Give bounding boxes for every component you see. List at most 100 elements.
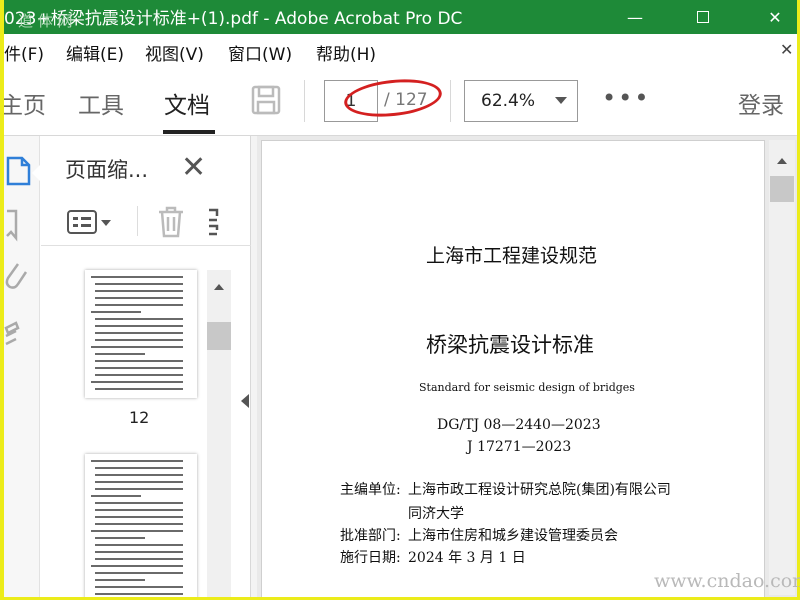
active-tab-indicator [163, 130, 215, 134]
tab-document[interactable]: 文档 [164, 86, 210, 120]
document-scrollbar[interactable] [769, 140, 795, 595]
thumbnail-text-line [95, 537, 145, 539]
minimize-button[interactable]: — [612, 0, 658, 34]
thumbnail-text-line [95, 593, 183, 595]
tab-tools[interactable]: 工具 [78, 86, 124, 120]
doc-record-number: J 17271—2023 [467, 439, 572, 455]
thumbnail-text-line [95, 297, 183, 299]
thumbnail-text-line [95, 374, 183, 376]
thumbnail-text-line [95, 474, 183, 476]
close-button[interactable]: ✕ [752, 0, 797, 34]
scroll-up-icon[interactable] [214, 284, 224, 290]
chevron-down-icon[interactable] [101, 220, 111, 226]
document-view: 上海市工程建设规范 桥梁抗震设计标准 Standard for seismic … [257, 136, 797, 597]
menu-view[interactable]: 视图(V) [145, 40, 204, 65]
doc-code: DG/TJ 08—2440—2023 [437, 417, 601, 433]
toolbar-divider [304, 80, 305, 122]
tab-home[interactable]: 主页 [4, 86, 46, 120]
effective-date: 2024 年 3 月 1 日 [408, 550, 526, 566]
panel-divider [137, 206, 138, 236]
site-watermark: www.cndao.com [654, 570, 800, 592]
page-thumbnail[interactable] [85, 454, 197, 597]
thumbnail-text-line [95, 318, 183, 320]
thumbnail-text-line [95, 586, 183, 588]
page-thumbnails-icon[interactable] [4, 154, 34, 188]
doc-title: 桥梁抗震设计标准 [426, 333, 594, 357]
window-title: 023+桥梁抗震设计标准+(1).pdf - Adobe Acrobat Pro… [4, 9, 463, 29]
thumbnail-text-line [95, 467, 183, 469]
chevron-down-icon [555, 97, 567, 104]
save-icon[interactable] [250, 84, 282, 116]
panel-toolbar [41, 194, 251, 246]
toolbar-divider [450, 80, 451, 122]
thumbnail-text-line [95, 572, 183, 574]
thumbnail-text-line [95, 509, 183, 511]
menu-window[interactable]: 窗口(W) [228, 40, 292, 65]
editor-label: 主编单位: [340, 482, 401, 498]
thumbnail-text-line [95, 353, 145, 355]
panel-title: 页面缩... [65, 158, 149, 182]
thumbnail-text-line [95, 304, 183, 306]
thumbnail-text-line [91, 460, 183, 462]
menu-bar: 件(F) 编辑(E) 视图(V) 窗口(W) 帮助(H) ✕ [4, 34, 797, 66]
close-panel-button[interactable]: ✕ [181, 150, 206, 185]
navigation-rail [4, 136, 41, 597]
thumbnail-scrollbar[interactable] [207, 270, 231, 597]
zoom-value: 62.4% [481, 91, 536, 111]
thumbnail-text-line [95, 488, 183, 490]
thumbnail-text-line [91, 311, 141, 313]
thumbnail-text-line [91, 530, 183, 532]
doc-series: 上海市工程建设规范 [426, 245, 598, 267]
thumbnail-text-line [95, 502, 183, 504]
bookmark-icon[interactable] [4, 208, 34, 242]
layers-icon[interactable] [4, 320, 34, 354]
thumbnail-text-line [95, 551, 183, 553]
thumbnail-text-line [95, 579, 145, 581]
thumbnail-text-line [95, 290, 183, 292]
thumbnail-text-line [95, 523, 183, 525]
title-bar: 023+桥梁抗震设计标准+(1).pdf - Adobe Acrobat Pro… [4, 0, 797, 34]
thumbnail-text-line [95, 332, 183, 334]
pdf-page: 上海市工程建设规范 桥梁抗震设计标准 Standard for seismic … [261, 140, 765, 597]
thumbnail-text-line [91, 565, 183, 567]
menu-edit[interactable]: 编辑(E) [66, 40, 124, 65]
thumbnail-text-line [95, 544, 183, 546]
thumbnail-text-line [95, 388, 183, 390]
page-thumbnails-panel: 页面缩... ✕ 12 [41, 136, 251, 597]
maximize-icon [697, 11, 709, 23]
menu-file[interactable]: 件(F) [4, 40, 44, 65]
toolbar: 主页 工具 文档 1 / 127 62.4% ••• 登录 [4, 66, 797, 136]
active-panel-notch [32, 164, 41, 182]
attachment-icon[interactable] [4, 260, 34, 294]
maximize-button[interactable] [680, 0, 726, 34]
doc-english-title: Standard for seismic design of bridges [419, 381, 635, 394]
scrollbar-thumb[interactable] [770, 176, 794, 202]
extract-pages-icon[interactable] [207, 208, 221, 238]
thumbnail-text-line [95, 558, 183, 560]
scrollbar-thumb[interactable] [207, 322, 231, 350]
menu-help[interactable]: 帮助(H) [316, 40, 376, 65]
thumbnail-text-line [95, 360, 183, 362]
effective-date-label: 施行日期: [340, 550, 401, 566]
site-watermark: 道 体 网 [18, 12, 73, 30]
zoom-select[interactable]: 62.4% [464, 80, 578, 122]
thumbnail-text-line [91, 346, 183, 348]
sign-in-button[interactable]: 登录 [738, 86, 784, 120]
thumbnail-text-line [95, 481, 183, 483]
options-icon[interactable] [67, 210, 97, 234]
editor-primary: 上海市政工程设计研究总院(集团)有限公司 [408, 482, 671, 498]
collapse-panel-icon[interactable] [241, 394, 249, 408]
thumbnail-text-line [95, 325, 183, 327]
more-options-button[interactable]: ••• [602, 84, 650, 112]
trash-icon[interactable] [157, 206, 185, 238]
thumbnail-text-line [95, 339, 183, 341]
thumbnail-text-line [95, 516, 183, 518]
close-document-button[interactable]: ✕ [780, 40, 793, 59]
approver: 上海市住房和城乡建设管理委员会 [408, 528, 618, 544]
approver-label: 批准部门: [340, 528, 401, 544]
thumbnail-text-line [91, 495, 141, 497]
scroll-up-icon[interactable] [777, 158, 787, 164]
page-thumbnail[interactable] [85, 270, 197, 398]
thumbnail-text-line [91, 276, 183, 278]
thumbnail-text-line [95, 367, 183, 369]
